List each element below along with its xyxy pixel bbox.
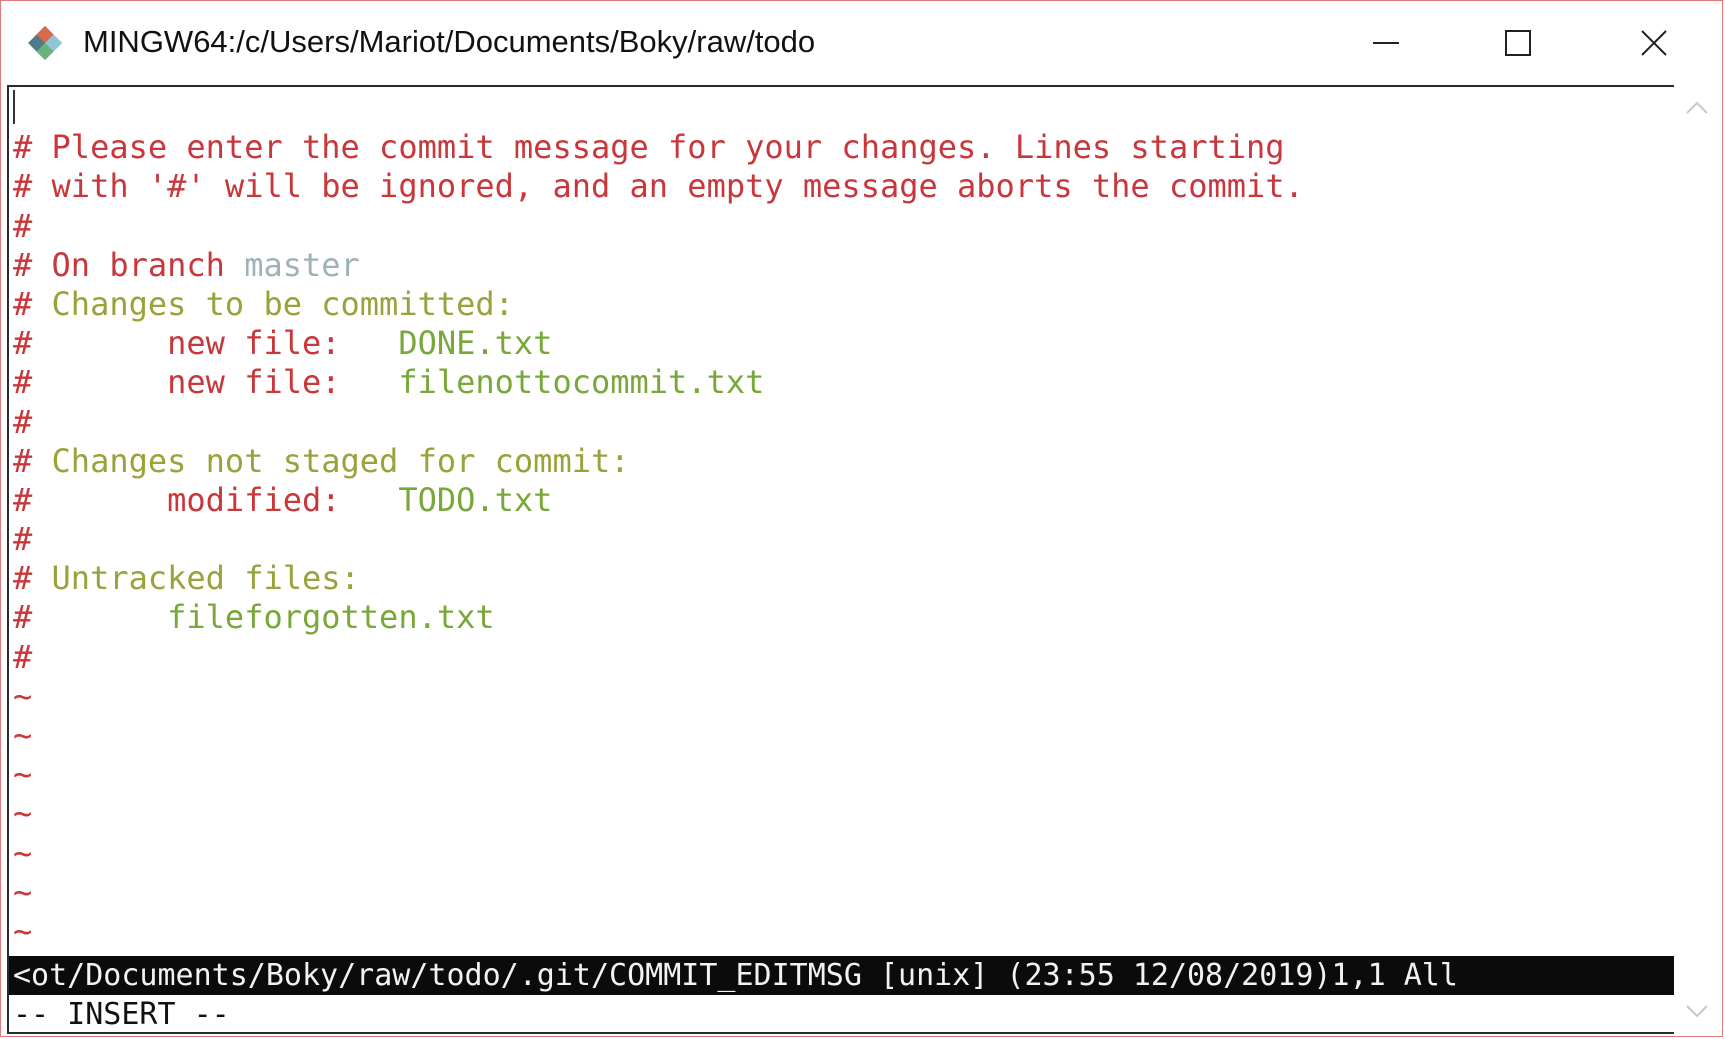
buffer-line: # Untracked files: xyxy=(13,559,1674,598)
buffer-text: # xyxy=(13,206,33,245)
minimize-icon xyxy=(1373,42,1399,44)
buffer-text: # modified: xyxy=(13,480,399,519)
empty-buffer-line: ~ xyxy=(13,716,1674,755)
empty-buffer-line: ~ xyxy=(13,834,1674,873)
buffer-text: fileforgotten.txt xyxy=(167,598,495,637)
empty-buffer-line: ~ xyxy=(13,677,1674,716)
minimize-button[interactable] xyxy=(1341,15,1431,71)
git-bash-icon xyxy=(25,23,65,63)
buffer-line: # On branch master xyxy=(13,246,1674,285)
buffer-text: ~ xyxy=(13,833,33,872)
empty-buffer-line: ~ xyxy=(13,873,1674,912)
buffer-text: # xyxy=(13,402,33,441)
terminal-window: MINGW64:/c/Users/Mariot/Documents/Boky/r… xyxy=(0,0,1723,1037)
terminal-area[interactable]: # Please enter the commit message for yo… xyxy=(7,85,1674,1034)
maximize-icon xyxy=(1505,30,1531,56)
buffer-text: Untracked files: xyxy=(51,559,360,598)
buffer-line: # new file: filenottocommit.txt xyxy=(13,363,1674,402)
scroll-up-button[interactable] xyxy=(1674,85,1720,131)
buffer-text: # xyxy=(13,598,168,637)
empty-buffer-line: ~ xyxy=(13,912,1674,951)
buffer-text: # On branch xyxy=(13,245,245,284)
buffer-line: # fileforgotten.txt xyxy=(13,598,1674,637)
buffer-text: # new file: xyxy=(13,324,399,363)
text-cursor xyxy=(13,90,15,124)
buffer-line: # with '#' will be ignored, and an empty… xyxy=(13,167,1674,206)
buffer-line: # Changes not staged for commit: xyxy=(13,442,1674,481)
buffer-text: ~ xyxy=(13,716,33,754)
buffer-text: DONE.txt xyxy=(398,324,553,363)
buffer-line: # xyxy=(13,520,1674,559)
buffer-text: TODO.txt xyxy=(398,480,553,519)
close-button[interactable] xyxy=(1609,15,1699,71)
chevron-up-icon xyxy=(1686,101,1708,114)
buffer-text: master xyxy=(244,245,360,284)
empty-buffer-line: ~ xyxy=(13,755,1674,794)
buffer-text: ~ xyxy=(13,676,33,715)
buffer-text: # xyxy=(13,520,33,559)
buffer-text: ~ xyxy=(13,911,33,950)
scroll-down-button[interactable] xyxy=(1674,988,1720,1034)
buffer-text: # Please enter the commit message for yo… xyxy=(13,128,1285,167)
close-icon xyxy=(1641,30,1667,56)
buffer-line: # modified: TODO.txt xyxy=(13,481,1674,520)
vim-status-bar: <ot/Documents/Boky/raw/todo/.git/COMMIT_… xyxy=(9,956,1674,995)
buffer-text: # xyxy=(13,284,52,323)
buffer-text: # xyxy=(13,441,52,480)
buffer-line: # Changes to be committed: xyxy=(13,285,1674,324)
buffer-line: # xyxy=(13,207,1674,246)
vertical-scrollbar[interactable] xyxy=(1674,85,1720,1034)
buffer-text: # xyxy=(13,637,33,676)
buffer-text: ~ xyxy=(13,794,33,833)
window-title: MINGW64:/c/Users/Mariot/Documents/Boky/r… xyxy=(83,24,816,59)
vim-mode-indicator: -- INSERT -- xyxy=(13,997,230,1032)
empty-buffer-line: ~ xyxy=(13,794,1674,833)
vim-editor-buffer[interactable]: # Please enter the commit message for yo… xyxy=(13,89,1674,951)
buffer-text: ~ xyxy=(13,755,33,794)
buffer-text: Changes to be committed: xyxy=(51,284,514,323)
buffer-text: Changes not staged for commit: xyxy=(51,441,630,480)
buffer-line xyxy=(13,89,1674,128)
title-bar[interactable]: MINGW64:/c/Users/Mariot/Documents/Boky/r… xyxy=(1,1,1722,85)
buffer-text: # with '#' will be ignored, and an empty… xyxy=(13,167,1304,206)
buffer-line: # xyxy=(13,403,1674,442)
maximize-button[interactable] xyxy=(1473,15,1563,71)
buffer-text: ~ xyxy=(13,872,33,911)
buffer-line: # xyxy=(13,638,1674,677)
buffer-text: # new file: xyxy=(13,363,399,402)
buffer-text: # xyxy=(13,559,52,598)
chevron-down-icon xyxy=(1686,1005,1708,1018)
buffer-text: filenottocommit.txt xyxy=(398,363,765,402)
buffer-line: # new file: DONE.txt xyxy=(13,324,1674,363)
buffer-line: # Please enter the commit message for yo… xyxy=(13,128,1674,167)
